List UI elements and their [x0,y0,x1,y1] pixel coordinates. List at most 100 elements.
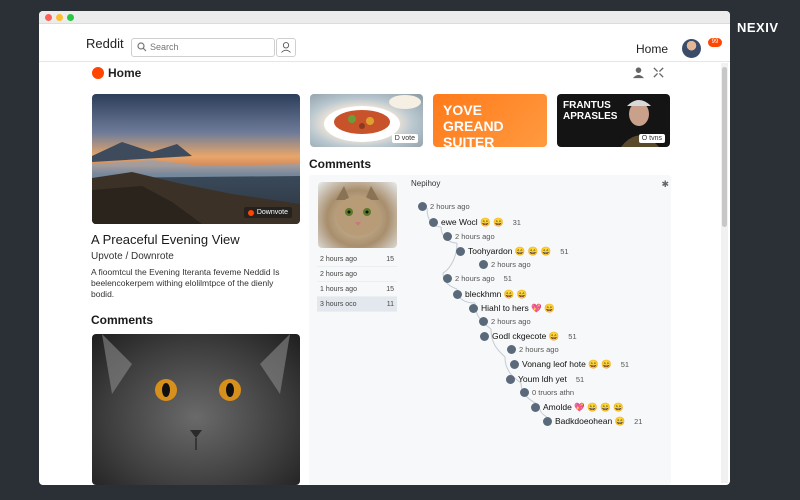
commenter-avatar[interactable] [429,218,438,227]
scrollbar-thumb[interactable] [722,67,727,227]
comment-points[interactable]: 51 [621,360,629,369]
mini-list-item[interactable]: 2 hours ago 15 [317,252,397,267]
top-nav: Reddit Home 99 [39,24,730,62]
comment-text: 2 hours ago [491,317,531,326]
commenter-avatar[interactable] [479,260,488,269]
comment-timestamp: 2 hours ago [507,345,559,354]
comment-points[interactable]: 51 [568,332,576,341]
commenter-avatar[interactable] [456,247,465,256]
mini-list-item[interactable]: 3 hours oco 11 [317,297,397,312]
commenter-avatar[interactable] [531,403,540,412]
mini-comment-list: 2 hours ago 15 2 hours ago 1 hours ago 15 … [317,252,397,312]
header-actions [632,66,672,80]
cat-face-drawing [102,334,290,450]
cat-thumbnail-drawing [336,186,380,236]
search-icon [137,42,147,52]
comment-text: Youm ldh yet [518,374,567,384]
comment-text: 2 hours ago [430,202,470,211]
landscape-mountains [92,142,300,224]
comment-message[interactable]: ewe Wocl 😄 😄 31 [429,217,521,228]
comment-text: bleckhmn 😄 😄 [465,289,528,299]
comment-text: Hiahl to hers 💖 😄 [481,303,555,313]
comment-text: Godl ckgecote 😄 [492,331,560,341]
commenter-avatar[interactable] [506,374,515,384]
nexiv-watermark: NEXIV [737,20,779,35]
commenter-avatar[interactable] [453,290,462,299]
comment-points[interactable]: 51 [560,247,568,256]
comment-text: Amolde 💖 😄 😄 😄 [543,402,624,412]
commenter-avatar[interactable] [510,360,519,369]
cat-closeup-image[interactable] [92,334,300,485]
comment-text: 2 hours ago [519,345,559,354]
promo-card[interactable]: YOVE GREAND SUITER [433,94,547,147]
featured-post-badge[interactable]: Downvote [243,207,292,218]
comment-points[interactable]: 31 [513,218,521,227]
comment-message[interactable]: Badkdoeohean 😄 21 [543,416,642,427]
comment-text: Vonang leof hote 😄 😄 [522,359,612,369]
featured-post-image[interactable]: Downvote [92,94,300,224]
thread-header: Nepihoy ✱ [411,177,669,191]
close-window-dot[interactable] [45,14,52,21]
comment-points[interactable]: 51 [504,274,512,283]
browser-window: Reddit Home 99 Home Downvote A Preaceful… [39,11,730,485]
comment-message[interactable]: bleckhmn 😄 😄 [453,289,527,300]
comment-text: 2 hours ago [491,260,531,269]
comment-points[interactable]: 21 [634,417,642,426]
commenter-avatar[interactable] [543,417,552,426]
comment-message[interactable]: Toohyardon 😄 😄 😄 51 [456,246,569,257]
maximize-window-dot[interactable] [67,14,74,21]
cat-thumbnail[interactable] [318,182,397,248]
commenter-avatar[interactable] [443,274,452,283]
site-logo[interactable]: Reddit [86,36,124,51]
comment-thread: Nepihoy ✱ [411,177,669,191]
thread-sort-label[interactable]: Nepihoy [411,177,440,191]
search-input[interactable] [150,42,260,52]
scrollbar[interactable] [721,63,728,483]
notification-badge[interactable]: 99 [708,38,722,47]
vote-controls[interactable]: Upvote / Downrote [91,251,174,262]
portrait-card[interactable]: FRANTUS APRASLES O tvns [557,94,670,147]
user-search-button[interactable] [276,38,296,57]
promo-card-text: YOVE GREAND SUITER [443,102,504,147]
comment-timestamp: 2 hours ago [443,232,495,241]
food-post-image[interactable]: D vote [310,94,423,147]
thread-options-icon[interactable]: ✱ [661,177,669,191]
search-box[interactable] [131,38,275,57]
comment-message[interactable]: Vonang leof hote 😄 😄 51 [510,359,629,370]
commenter-avatar[interactable] [443,232,452,241]
nav-home-link[interactable]: Home [636,42,668,56]
comment-points[interactable]: 51 [576,375,584,384]
profile-icon[interactable] [632,66,645,79]
comment-text: Badkdoeohean 😄 [555,416,626,426]
badge-dot-icon [247,209,254,216]
food-post-badge[interactable]: D vote [391,134,418,143]
comment-text: ewe Wocl 😄 😄 [441,217,504,227]
post-title[interactable]: A Preaceful Evening View [91,232,240,247]
commenter-avatar[interactable] [480,332,489,341]
comment-message[interactable]: Amolde 💖 😄 😄 😄 [531,402,624,413]
comment-message[interactable]: Godl ckgecote 😄 51 [480,331,577,342]
comment-message[interactable]: Youm ldh yet 51 [506,374,584,384]
portrait-card-badge[interactable]: O tvns [638,134,665,143]
commenter-avatar[interactable] [469,304,478,313]
comment-timestamp: 0 truors athn [520,388,574,397]
commenter-avatar[interactable] [418,202,427,211]
user-icon [281,42,291,53]
comments-heading-left: Comments [91,313,154,327]
commenter-avatar[interactable] [507,345,516,354]
comment-timestamp: 2 hours ago [418,202,470,211]
comments-heading-right: Comments [309,157,372,171]
comment-text: Toohyardon 😄 😄 😄 [468,246,552,256]
expand-icon[interactable] [652,66,665,79]
commenter-avatar[interactable] [520,388,529,397]
comment-timestamp: 2 hours ago [479,260,531,269]
mini-list-item[interactable]: 1 hours ago 15 [317,282,397,297]
minimize-window-dot[interactable] [56,14,63,21]
user-avatar[interactable] [682,39,701,58]
featured-post-badge-label: Downvote [256,209,288,216]
commenter-avatar[interactable] [479,317,488,326]
page-title: Home [108,66,142,80]
comment-message[interactable]: Hiahl to hers 💖 😄 [469,303,555,314]
portrait-card-text: FRANTUS APRASLES [563,100,618,122]
mini-list-item[interactable]: 2 hours ago [317,267,397,282]
